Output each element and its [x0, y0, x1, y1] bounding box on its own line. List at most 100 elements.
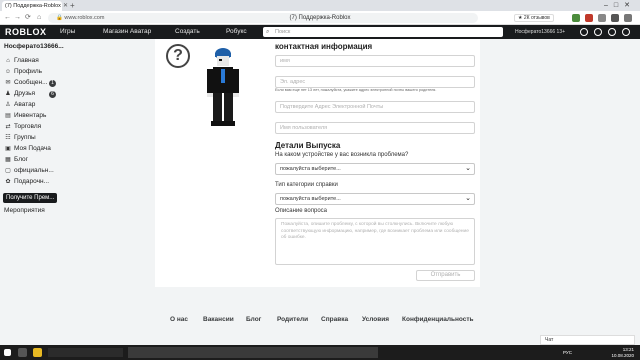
gear-icon[interactable]: [594, 28, 602, 36]
username-field[interactable]: Имя пользователя: [275, 122, 475, 134]
reviews-badge[interactable]: ★ 2К отзывов: [514, 14, 554, 22]
sidebar-item-messages[interactable]: ✉ Сообщен... 1: [4, 78, 58, 88]
home-icon: ⌂: [6, 58, 10, 64]
back-icon[interactable]: ←: [4, 13, 11, 23]
confirm-email-field[interactable]: Подтвердите Адрес Электронной Почты: [275, 101, 475, 113]
sidebar-item-feed[interactable]: ▣ Моя Подача: [4, 144, 58, 154]
sidebar-item-inventory[interactable]: ▤ Инвентарь: [4, 111, 58, 121]
search-input[interactable]: ⌕ Поиск: [263, 27, 503, 37]
sidebar-item-official-store[interactable]: ▢ официальн...: [4, 166, 58, 176]
browser-tab[interactable]: (7) Поддержка-Roblox: [2, 1, 62, 11]
window-controls[interactable]: –□✕: [604, 0, 636, 11]
name-field[interactable]: имя: [275, 55, 475, 67]
email-field[interactable]: Эл. адрес: [275, 76, 475, 88]
url-text: www.roblox.com: [64, 15, 105, 21]
sidebar-item-profile[interactable]: ☺ Профиль: [4, 67, 58, 77]
groups-icon: ☷: [5, 135, 11, 141]
browser-tab-bar: (7) Поддержка-Roblox ✕ + –□✕: [0, 0, 640, 11]
profile-icon[interactable]: [611, 14, 619, 22]
profile-icon: ☺: [4, 69, 12, 75]
sidebar-item-label: Группы: [14, 134, 36, 141]
get-premium-button[interactable]: Получите Прем...: [3, 193, 57, 203]
sidebar-username[interactable]: Hocферато13666...: [4, 43, 64, 50]
notifications-icon[interactable]: [608, 28, 616, 36]
sidebar: Hocферато13666... ⌂ Главная ☺ Профиль ✉ Соо…: [0, 39, 64, 345]
search-icon[interactable]: [18, 348, 27, 357]
question-mark-icon: ?: [166, 44, 190, 68]
chevron-down-icon: ⌄: [465, 195, 471, 202]
sidebar-item-groups[interactable]: ☷ Группы: [4, 133, 58, 143]
footer-link-parents[interactable]: Родители: [277, 316, 308, 323]
gift-icon: ✿: [5, 179, 11, 185]
roblox-header: ROBLOX Игры Магазин Аватар Создать Робук…: [0, 25, 640, 39]
chat-bar[interactable]: Чат: [540, 335, 635, 345]
taskbar-active-window[interactable]: [128, 347, 378, 358]
sidebar-item-blog[interactable]: ▦ Блог: [4, 155, 58, 165]
forward-icon[interactable]: →: [14, 13, 21, 23]
sidebar-item-label: Друзья: [14, 90, 36, 97]
category-select-value: пожалуйста выберите...: [280, 196, 341, 202]
url-field[interactable]: 🔒 www.roblox.com: [48, 13, 478, 23]
robux-icon[interactable]: [580, 28, 588, 36]
category-label: Тип категории справки: [275, 182, 338, 188]
search-icon: ⌕: [266, 29, 270, 35]
sidebar-item-label: Инвентарь: [14, 112, 47, 119]
footer-link-help[interactable]: Справка: [321, 316, 348, 323]
sidebar-item-trade[interactable]: ⇄ Торговля: [4, 122, 58, 132]
menu-icon[interactable]: [624, 14, 632, 22]
settings-icon[interactable]: [622, 28, 630, 36]
friends-badge: 6: [49, 90, 56, 98]
nav-create[interactable]: Создать: [175, 25, 200, 39]
inventory-icon: ▤: [5, 113, 11, 119]
extension-icon[interactable]: [572, 14, 580, 22]
start-icon[interactable]: [4, 349, 11, 356]
trade-icon: ⇄: [5, 124, 11, 130]
home-icon[interactable]: ⌂: [37, 13, 41, 23]
messages-badge: 1: [49, 79, 56, 87]
clock[interactable]: 13:21 10.08.2020: [560, 347, 634, 358]
sidebar-item-gift-cards[interactable]: ✿ Подарочн...: [4, 177, 58, 187]
sidebar-item-label: Аватар: [14, 101, 36, 108]
sidebar-item-label: Блог: [14, 156, 29, 163]
device-select-value: пожалуйста выберите...: [280, 166, 341, 172]
description-textarea[interactable]: Пожалуйста, опишите проблему, с которой …: [275, 218, 475, 265]
clock-date: 10.08.2020: [611, 352, 634, 358]
email-hint: Если вам еще нет 13 лет, пожалуйста, ука…: [275, 88, 437, 92]
blog-icon: ▦: [5, 157, 11, 163]
sidebar-item-friends[interactable]: ♟ Друзья 6: [4, 89, 58, 99]
sidebar-item-avatar[interactable]: ♙ Аватар: [4, 100, 58, 110]
nav-games[interactable]: Игры: [60, 25, 75, 39]
device-select[interactable]: пожалуйста выберите... ⌄: [275, 163, 475, 175]
footer-link-blog[interactable]: Блог: [246, 316, 261, 323]
contact-info-title: контактная информация: [275, 42, 373, 51]
nav-avatar-shop[interactable]: Магазин Аватар: [103, 25, 151, 39]
sidebar-item-label: Торговля: [14, 123, 42, 130]
search-placeholder: Поиск: [275, 29, 291, 35]
footer-link-jobs[interactable]: Вакансии: [203, 316, 234, 323]
close-tab-icon[interactable]: ✕: [63, 1, 68, 11]
sidebar-item-events[interactable]: Мероприятия: [4, 207, 45, 214]
address-bar: ← → ⟳ ⌂ 🔒 www.roblox.com (7) Поддержка-R…: [0, 11, 640, 25]
reload-icon[interactable]: ⟳: [25, 13, 31, 23]
roblox-logo[interactable]: ROBLOX: [5, 27, 47, 37]
taskbar-search[interactable]: [48, 348, 123, 357]
sidebar-item-label: Сообщен...: [14, 79, 48, 86]
extension-icon[interactable]: [585, 14, 593, 22]
sidebar-item-label: Моя Подача: [14, 145, 51, 152]
bookmark-icon[interactable]: [598, 14, 606, 22]
sidebar-item-label: официальн...: [14, 167, 54, 174]
footer-link-privacy[interactable]: Конфиденциальность: [402, 316, 474, 323]
taskbar: РУС 13:21 10.08.2020: [0, 345, 640, 360]
description-label: Описание вопроса: [275, 208, 327, 214]
header-username[interactable]: Hocферато13666 13+: [515, 25, 565, 39]
sidebar-item-home[interactable]: ⌂ Главная: [4, 56, 58, 66]
category-select[interactable]: пожалуйста выберите... ⌄: [275, 193, 475, 205]
footer-link-terms[interactable]: Условия: [362, 316, 389, 323]
issue-details-title: Детали Выпуска: [275, 141, 341, 150]
nav-robux[interactable]: Робукс: [226, 25, 247, 39]
submit-button[interactable]: Отправить: [416, 270, 475, 281]
footer-link-about[interactable]: О нас: [170, 316, 188, 323]
new-tab-button[interactable]: +: [70, 0, 75, 11]
yandex-icon[interactable]: [33, 348, 42, 357]
device-label: На каком устройстве у вас возникла пробл…: [275, 152, 409, 158]
